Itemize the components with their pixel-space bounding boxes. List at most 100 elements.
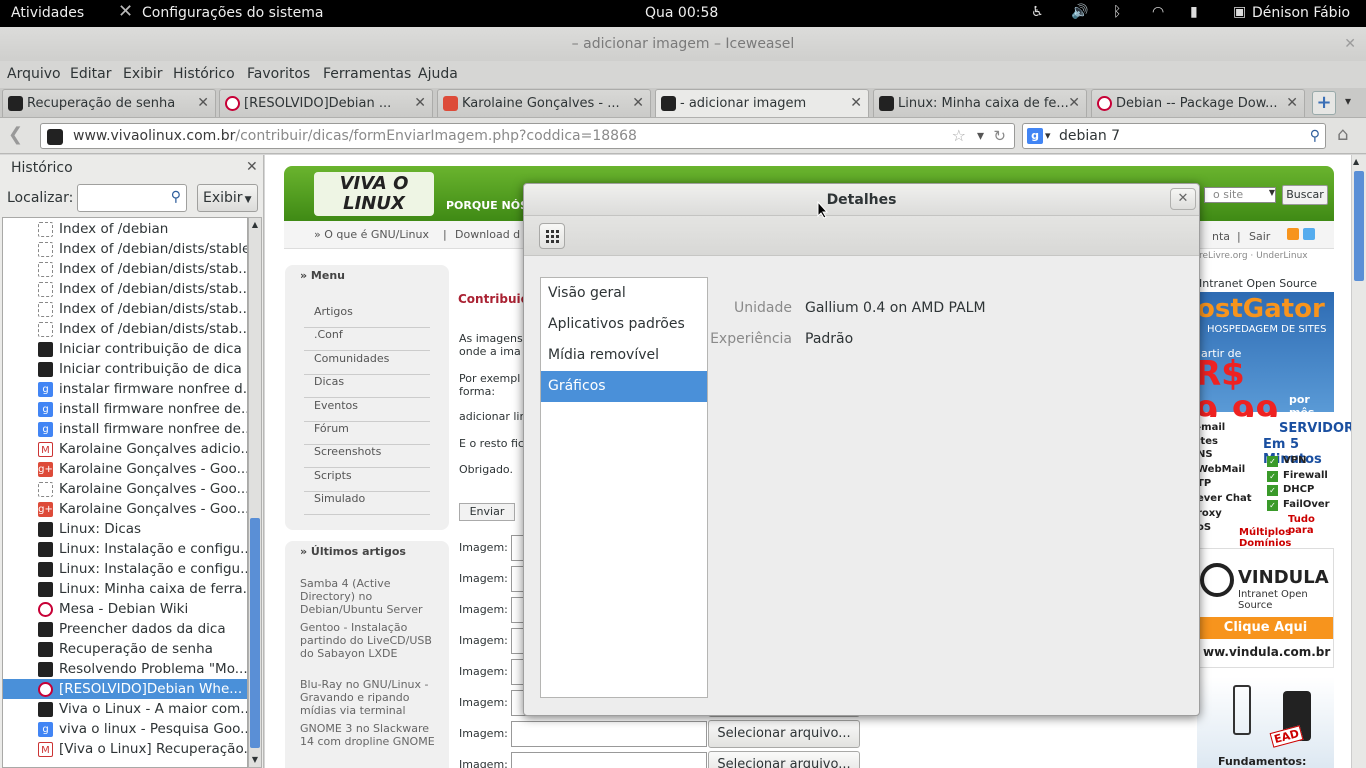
clique-aqui-button[interactable]: Clique Aqui xyxy=(1198,617,1333,639)
image-file-input[interactable] xyxy=(511,752,707,768)
close-icon[interactable]: ✕ xyxy=(414,90,426,117)
scroll-up-icon[interactable]: ▲ xyxy=(1353,157,1359,166)
nav-gnu-linux[interactable]: » O que é GNU/Linux xyxy=(314,228,429,241)
tab-recuperacao[interactable]: Recuperação de senha ✕ xyxy=(2,89,216,117)
category-visao-geral[interactable]: Visão geral xyxy=(541,278,707,309)
bookmark-star-icon[interactable]: ☆ xyxy=(952,124,966,148)
google-icon[interactable]: g xyxy=(1027,128,1043,144)
history-item[interactable]: Mesa - Debian Wiki xyxy=(3,599,247,619)
select-file-button[interactable]: Selecionar arquivo... xyxy=(708,720,860,748)
history-item[interactable]: Linux: Minha caixa de ferra... xyxy=(3,579,247,599)
find-input[interactable]: ⚲ xyxy=(77,184,187,212)
view-dropdown-button[interactable]: Exibir ▼ xyxy=(197,184,258,212)
user-menu[interactable]: Dénison Fábio xyxy=(1252,5,1350,21)
ead-ad[interactable]: EAD Fundamentos: xyxy=(1197,677,1334,768)
site-menu-item[interactable]: Comunidades xyxy=(304,352,430,375)
scrollbar-thumb[interactable] xyxy=(1354,171,1364,281)
history-item[interactable]: Karolaine Gonçalves - Goo... xyxy=(3,479,247,499)
category-midia-removivel[interactable]: Mídia removível xyxy=(541,340,707,371)
tab-list-chevron-icon[interactable]: ▾ xyxy=(1345,94,1351,108)
history-item[interactable]: Iniciar contribuição de dica xyxy=(3,339,247,359)
user-icon[interactable]: ▣ xyxy=(1233,4,1246,20)
nav-sair[interactable]: Sair xyxy=(1249,230,1270,243)
select-file-button[interactable]: Selecionar arquivo... xyxy=(708,751,860,768)
site-menu-item[interactable]: Screenshots xyxy=(304,445,430,469)
tab-debian-package[interactable]: Debian -- Package Dow... ✕ xyxy=(1091,89,1305,117)
history-item[interactable]: g+ Karolaine Gonçalves - Goo... xyxy=(3,459,247,479)
site-menu-item[interactable]: Artigos xyxy=(304,305,430,328)
scrollbar-thumb[interactable] xyxy=(250,518,260,748)
site-menu-item[interactable]: Scripts xyxy=(304,469,430,492)
menu-favoritos[interactable]: Favoritos xyxy=(247,66,310,82)
nav-conta[interactable]: nta xyxy=(1212,230,1230,243)
history-item[interactable]: Index of /debian/dists/stab... xyxy=(3,299,247,319)
partners-links[interactable]: reLivre.org · UnderLinux xyxy=(1199,251,1308,261)
history-item[interactable]: g install firmware nonfree de... xyxy=(3,399,247,419)
site-menu-item[interactable]: Fórum xyxy=(304,422,430,445)
history-item[interactable]: Index of /debian/dists/stab... xyxy=(3,319,247,339)
history-item[interactable]: Index of /debian/dists/stable xyxy=(3,239,247,259)
accessibility-icon[interactable]: ♿ xyxy=(1031,4,1044,20)
history-item[interactable]: [RESOLVIDO]Debian Whe... xyxy=(3,679,247,699)
rss-icon[interactable] xyxy=(1287,228,1299,240)
tab-adicionar-imagem[interactable]: - adicionar imagem ✕ xyxy=(655,89,869,117)
close-icon[interactable]: ✕ xyxy=(1344,27,1356,61)
category-graficos[interactable]: Gráficos xyxy=(541,371,707,402)
all-settings-button[interactable] xyxy=(539,223,565,249)
close-icon[interactable]: ✕ xyxy=(850,90,862,117)
new-tab-button[interactable]: + xyxy=(1312,91,1336,115)
close-icon[interactable]: ✕ xyxy=(246,159,258,175)
site-menu-item[interactable]: Dicas xyxy=(304,375,430,399)
clock[interactable]: Qua 00:58 xyxy=(645,5,718,21)
home-icon[interactable]: ⌂ xyxy=(1337,124,1348,145)
history-item[interactable]: Viva o Linux - A maior com... xyxy=(3,699,247,719)
menu-arquivo[interactable]: Arquivo xyxy=(7,66,61,82)
history-item[interactable]: g viva o linux - Pesquisa Goo... xyxy=(3,719,247,739)
history-item[interactable]: M Karolaine Gonçalves adicio... xyxy=(3,439,247,459)
history-item[interactable]: g+ Karolaine Gonçalves - Goo... xyxy=(3,499,247,519)
reload-icon[interactable]: ↻ xyxy=(993,124,1006,148)
history-item[interactable]: g instalar firmware nonfree d... xyxy=(3,379,247,399)
menu-historico[interactable]: Histórico xyxy=(173,66,235,82)
close-icon[interactable]: ✕ xyxy=(632,90,644,117)
site-logo[interactable]: VIVA O LINUX xyxy=(314,172,434,216)
site-search-select[interactable]: o site ▼ xyxy=(1204,187,1276,203)
volume-icon[interactable]: 🔊 xyxy=(1071,4,1088,20)
category-aplicativos-padroes[interactable]: Aplicativos padrões xyxy=(541,309,707,340)
page-scrollbar[interactable]: ▲ xyxy=(1351,155,1366,768)
article-link[interactable]: GNOME 3 no Slackware 14 com dropline GNO… xyxy=(300,722,438,748)
scroll-up-icon[interactable]: ▲ xyxy=(249,218,261,232)
article-link[interactable]: Samba 4 (Active Directory) no Debian/Ubu… xyxy=(300,577,438,616)
history-item[interactable]: Iniciar contribuição de dica xyxy=(3,359,247,379)
chevron-down-icon[interactable]: ▾ xyxy=(1045,124,1051,148)
search-bar[interactable]: g ▾ debian 7 ⚲ xyxy=(1022,123,1326,149)
activities-button[interactable]: Atividades xyxy=(11,5,84,21)
history-item[interactable]: Preencher dados da dica xyxy=(3,619,247,639)
close-icon[interactable]: ✕ xyxy=(1068,90,1080,117)
history-item[interactable]: Resolvendo Problema "Mo... xyxy=(3,659,247,679)
history-item[interactable]: Index of /debian/dists/stab... xyxy=(3,279,247,299)
menu-ferramentas[interactable]: Ferramentas xyxy=(323,66,411,82)
site-search-button[interactable]: Buscar xyxy=(1282,185,1328,205)
app-menu[interactable]: Configurações do sistema xyxy=(142,5,323,21)
image-file-input[interactable] xyxy=(511,721,707,747)
hostgator-ad[interactable]: ostGator HOSPEDAGEM DE SITES artir de R$… xyxy=(1195,292,1334,434)
article-link[interactable]: Gentoo - Instalação partindo do LiveCD/U… xyxy=(300,621,438,660)
menu-exibir[interactable]: Exibir xyxy=(123,66,163,82)
tab-karolaine[interactable]: Karolaine Gonçalves - ... ✕ xyxy=(437,89,651,117)
close-icon[interactable]: ✕ xyxy=(197,90,209,117)
history-item[interactable]: Linux: Dicas xyxy=(3,519,247,539)
bluetooth-icon[interactable]: ᛒ xyxy=(1113,4,1121,20)
menu-editar[interactable]: Editar xyxy=(70,66,111,82)
search-icon[interactable]: ⚲ xyxy=(1310,124,1320,148)
scroll-down-icon[interactable]: ▼ xyxy=(249,753,261,767)
battery-icon[interactable]: ▮ xyxy=(1190,4,1198,20)
history-item[interactable]: Recuperação de senha xyxy=(3,639,247,659)
history-item[interactable]: M [Viva o Linux] Recuperação... xyxy=(3,739,247,759)
site-menu-item[interactable]: Simulado xyxy=(304,492,430,516)
menu-ajuda[interactable]: Ajuda xyxy=(418,66,458,82)
tab-resolvido-debian[interactable]: [RESOLVIDO]Debian ... ✕ xyxy=(219,89,433,117)
back-arrow-icon[interactable]: ❮ xyxy=(8,124,23,145)
history-item[interactable]: Index of /debian/dists/stab... xyxy=(3,259,247,279)
twitter-icon[interactable] xyxy=(1303,228,1315,240)
